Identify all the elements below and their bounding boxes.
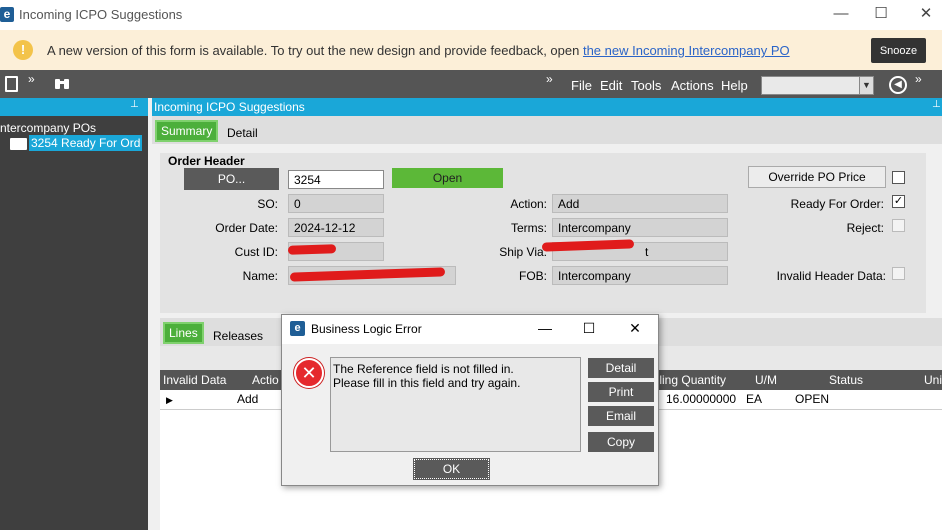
ready-for-order-label: Ready For Order:: [790, 197, 884, 211]
banner-message: A new version of this form is available.…: [47, 43, 790, 58]
copy-button[interactable]: Copy: [588, 432, 654, 452]
detail-button[interactable]: Detail: [588, 358, 654, 378]
tab-detail[interactable]: Detail: [227, 126, 258, 140]
new-form-link[interactable]: the new Incoming Intercompany PO: [583, 43, 790, 58]
invalid-header-label: Invalid Header Data:: [776, 269, 886, 283]
tree-panel: [0, 98, 148, 530]
tree-panel-header: [0, 98, 148, 116]
toolbar-dropdown[interactable]: [761, 76, 874, 95]
tab-summary[interactable]: Summary: [155, 120, 219, 142]
column-header[interactable]: Status: [829, 373, 863, 387]
reject-checkbox: [892, 219, 905, 232]
column-header[interactable]: Actio: [252, 373, 279, 387]
fob-label: FOB:: [518, 269, 547, 283]
error-message-line: Please fill in this field and try again.: [333, 376, 521, 390]
snooze-button[interactable]: Snooze: [871, 38, 926, 63]
tree-item-selected[interactable]: 3254 Ready For Ord: [29, 135, 143, 151]
section-title: Order Header: [168, 154, 245, 168]
so-label: SO:: [257, 197, 278, 211]
column-header[interactable]: U/M: [755, 373, 777, 387]
back-arrow-icon[interactable]: ◀: [889, 76, 907, 94]
table-cell: OPEN: [795, 392, 830, 406]
close-icon[interactable]: ✕: [625, 320, 645, 337]
menu-file[interactable]: File: [571, 78, 592, 93]
table-cell: Add: [237, 392, 259, 406]
reject-label: Reject:: [846, 221, 884, 235]
tab-lines[interactable]: Lines: [163, 322, 204, 344]
warning-icon: !: [13, 40, 33, 60]
binoculars-icon[interactable]: [54, 77, 70, 90]
order-date-field: 2024-12-12: [288, 218, 384, 237]
table-cell: 16.00000000: [666, 392, 737, 406]
maximize-icon[interactable]: ☐: [870, 4, 892, 24]
email-button[interactable]: Email: [588, 406, 654, 426]
menu-help[interactable]: Help: [721, 78, 748, 93]
error-icon: ✕: [294, 358, 324, 388]
ship-via-label: Ship Via:: [499, 245, 547, 259]
app-logo-icon: e: [290, 321, 305, 336]
minimize-icon[interactable]: —: [535, 320, 555, 336]
cust-id-label: Cust ID:: [234, 245, 278, 259]
window-title: Incoming ICPO Suggestions: [19, 7, 183, 22]
action-field: Add: [552, 194, 728, 213]
menu-edit[interactable]: Edit: [600, 78, 622, 93]
ready-for-order-checkbox[interactable]: ✓: [892, 195, 905, 208]
row-marker-icon: ▶: [166, 395, 173, 405]
tab-releases[interactable]: Releases: [213, 329, 263, 343]
column-header[interactable]: Invalid Data: [163, 373, 226, 387]
redaction-mark: [287, 244, 337, 255]
override-po-price-button[interactable]: Override PO Price: [748, 166, 886, 188]
menu-actions[interactable]: Actions: [671, 78, 714, 93]
action-label: Action:: [510, 197, 547, 211]
ok-button[interactable]: OK: [413, 458, 490, 480]
menu-tools[interactable]: Tools: [631, 78, 661, 93]
new-document-icon[interactable]: [5, 76, 18, 92]
banner-text: A new version of this form is available.…: [47, 43, 583, 58]
error-message-line: The Reference field is not filled in.: [333, 362, 514, 376]
pin-icon[interactable]: ⊥: [932, 99, 941, 110]
override-checkbox[interactable]: [892, 171, 905, 184]
tree-root[interactable]: ntercompany POs: [0, 121, 96, 135]
app-logo-icon: e: [0, 7, 14, 22]
overflow-chevron-icon[interactable]: »: [28, 72, 35, 86]
minimize-icon[interactable]: —: [830, 4, 852, 24]
po-button[interactable]: PO...: [184, 168, 279, 190]
terms-label: Terms:: [511, 221, 547, 235]
print-button[interactable]: Print: [588, 382, 654, 402]
main-panel-title: Incoming ICPO Suggestions: [154, 100, 305, 114]
column-header[interactable]: Uni: [924, 373, 942, 387]
chevron-down-icon[interactable]: ▼: [859, 77, 873, 94]
order-date-label: Order Date:: [215, 221, 278, 235]
terms-field: Intercompany: [552, 218, 728, 237]
column-header[interactable]: elling Quantity: [650, 373, 726, 387]
close-icon[interactable]: ✕: [915, 4, 937, 24]
overflow-chevron-icon[interactable]: »: [546, 72, 553, 86]
tab-bar: [152, 116, 942, 144]
overflow-chevron-icon[interactable]: »: [915, 72, 922, 86]
table-cell: EA: [746, 392, 763, 406]
invalid-header-checkbox: [892, 267, 905, 280]
pin-icon[interactable]: ⊥: [130, 99, 139, 110]
error-message: The Reference field is not filled in. Pl…: [330, 357, 581, 452]
so-field: 0: [288, 194, 384, 213]
dialog-title: Business Logic Error: [311, 322, 422, 336]
fob-field: Intercompany: [552, 266, 728, 285]
maximize-icon[interactable]: ☐: [579, 320, 599, 337]
folder-icon: [10, 138, 27, 150]
po-number-field[interactable]: 3254: [288, 170, 384, 189]
name-label: Name:: [242, 269, 278, 283]
status-badge: Open: [392, 168, 503, 188]
